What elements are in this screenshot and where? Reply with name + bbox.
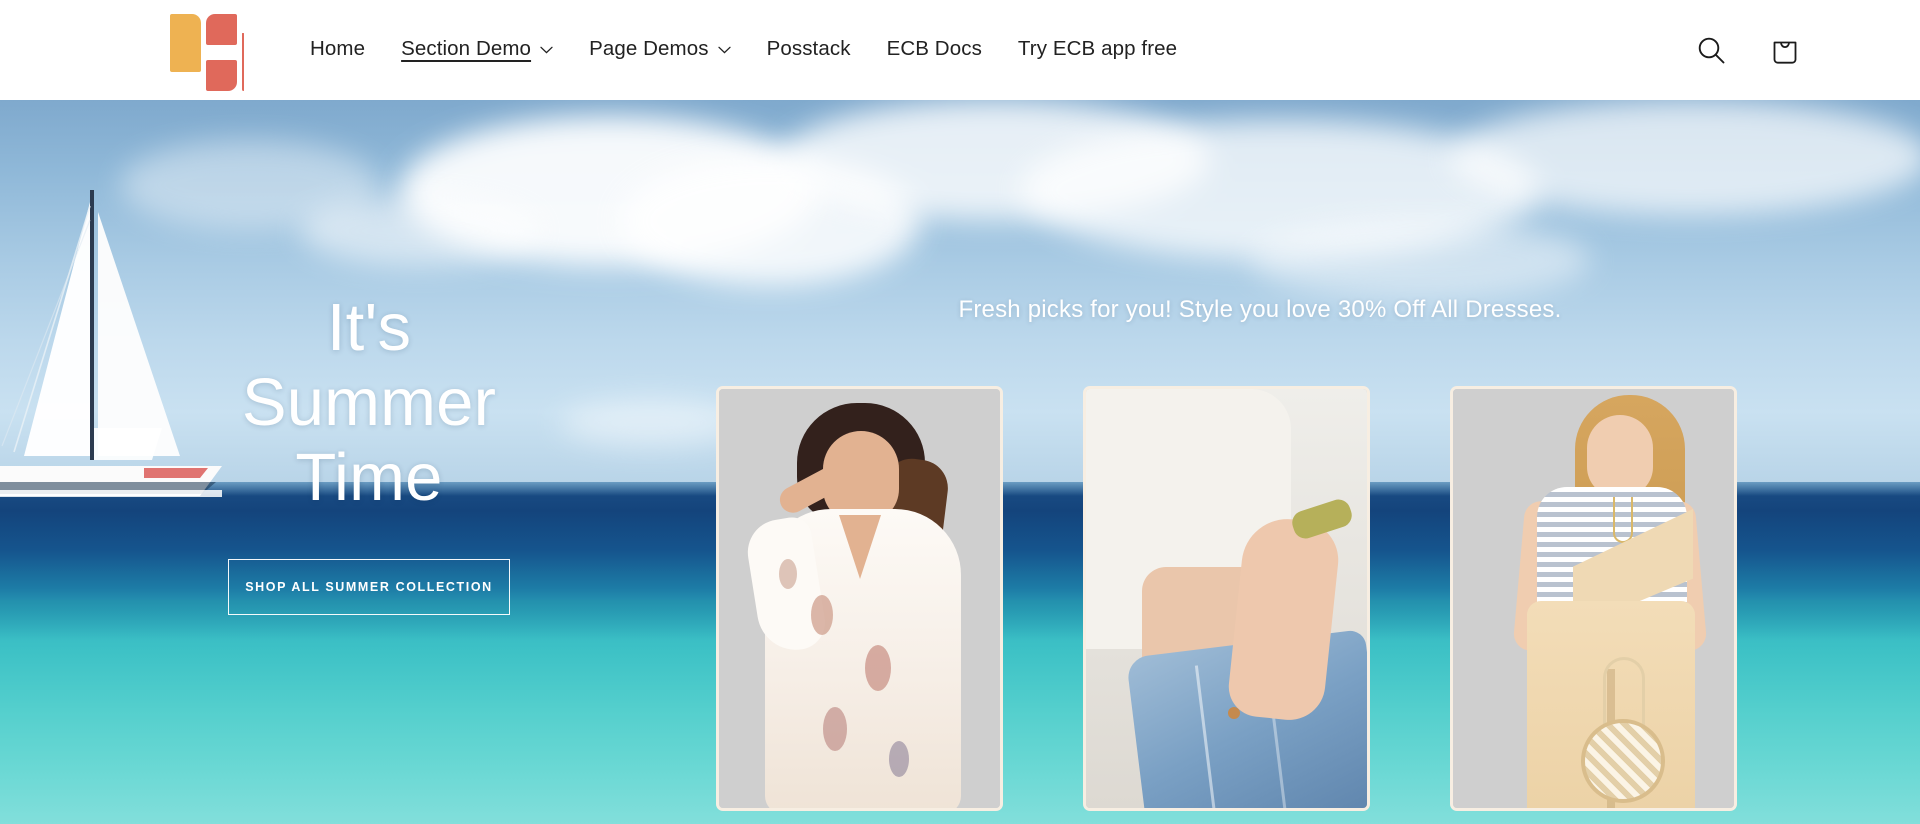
cloud [560, 400, 740, 446]
header-actions [1694, 0, 1802, 100]
collection-image-denim [1083, 386, 1370, 811]
collection-image-pants [1450, 386, 1737, 811]
logo-tile-top-left [206, 14, 237, 45]
shop-all-summer-collection-button[interactable]: SHOP ALL SUMMER COLLECTION [228, 559, 510, 616]
search-icon[interactable] [1694, 33, 1728, 67]
site-header: Home Section Demo Page Demos Posstack EC… [0, 0, 1920, 100]
nav-item-ecb-docs[interactable]: ECB Docs [869, 0, 1000, 100]
collection-card-denim[interactable]: Denim [1083, 386, 1370, 824]
cloud [1450, 100, 1920, 215]
nav-label: Section Demo [401, 36, 532, 60]
nav-item-section-demo[interactable]: Section Demo [383, 0, 571, 100]
cloud [300, 196, 540, 266]
nav-label: Posstack [766, 36, 851, 60]
hero-title-line: Summer [241, 365, 497, 441]
collection-image-dresses [716, 386, 1003, 811]
hero-section: It's Summer Time SHOP ALL SUMMER COLLECT… [0, 100, 1920, 824]
hero-title: It's Summer Time [176, 290, 562, 515]
logo-tile-bottom-right [206, 60, 237, 91]
logo-tile-bottom-left [242, 33, 244, 91]
collection-card-pants[interactable]: Pants [1450, 386, 1737, 824]
chevron-down-icon [540, 46, 553, 54]
nav-label: Try ECB app free [1017, 36, 1178, 60]
collection-card-dresses[interactable]: Dresses [716, 386, 1003, 824]
hero-title-line: It's [326, 290, 412, 365]
nav-label: Home [310, 36, 366, 60]
collection-cards: Dresses Denim Pants [716, 386, 1737, 824]
nav-item-posstack[interactable]: Posstack [749, 0, 869, 100]
promo-text: Fresh picks for you! Style you love 30% … [958, 296, 1562, 323]
logo-tile-top-right [170, 14, 201, 72]
nav-label: ECB Docs [886, 36, 982, 60]
nav-item-try-ecb-app-free[interactable]: Try ECB app free [1000, 0, 1195, 100]
brand-logo[interactable] [170, 14, 244, 91]
cloud [1250, 220, 1590, 300]
nav-item-home[interactable]: Home [292, 0, 383, 100]
hero-copy: It's Summer Time SHOP ALL SUMMER COLLECT… [176, 290, 562, 616]
chevron-down-icon [717, 46, 731, 54]
nav-item-page-demos[interactable]: Page Demos [571, 0, 749, 100]
hero-title-line: Time [295, 440, 443, 516]
cart-icon[interactable] [1768, 33, 1802, 67]
main-navigation: Home Section Demo Page Demos Posstack EC… [292, 0, 1195, 100]
nav-label: Page Demos [589, 36, 709, 60]
